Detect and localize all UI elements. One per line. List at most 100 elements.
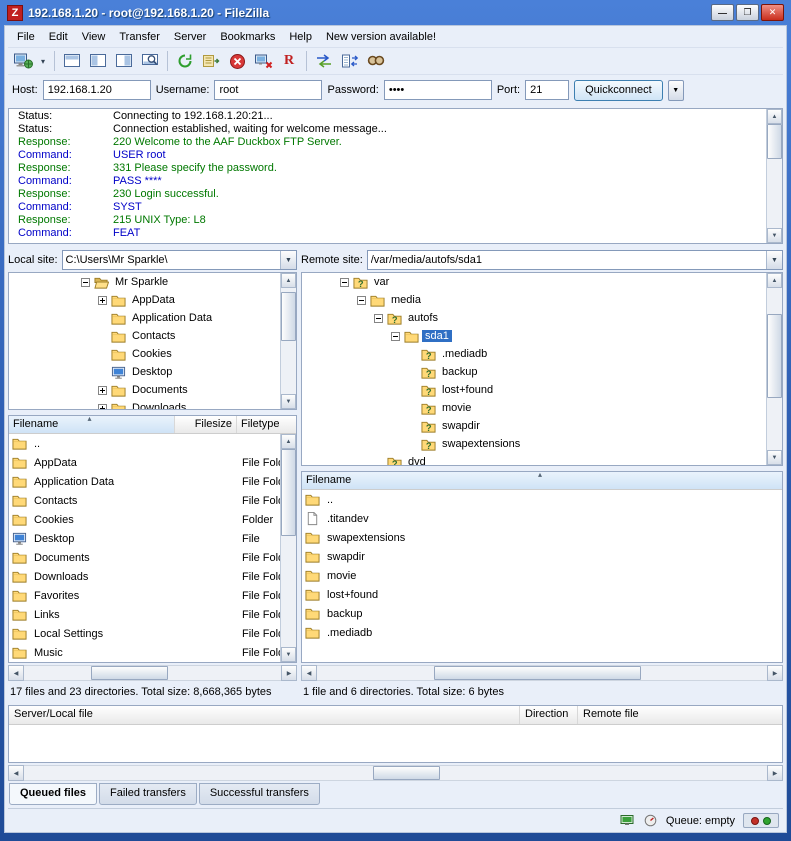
tree-item-backup[interactable]: ?backup [302, 363, 782, 381]
file-row-mediadb[interactable]: .mediadb [302, 623, 782, 642]
tree-item-label[interactable]: swapextensions [439, 438, 523, 450]
site-manager-dropdown-icon[interactable]: ▾ [37, 50, 49, 72]
minimize-button[interactable]: — [711, 4, 734, 21]
column-header-filesize[interactable]: Filesize [175, 416, 237, 433]
tree-item-mediadb[interactable]: ?.mediadb [302, 345, 782, 363]
menu-item-new-version-available[interactable]: New version available! [319, 28, 443, 46]
tree-item-movie[interactable]: ?movie [302, 399, 782, 417]
toggle-message-log-icon[interactable] [60, 50, 84, 72]
tree-item-label[interactable]: Contacts [129, 330, 178, 342]
queue-column-remote-file[interactable]: Remote file [578, 706, 782, 724]
menu-item-file[interactable]: File [10, 28, 42, 46]
scroll-up-icon[interactable]: ▲ [767, 109, 782, 124]
queue-horizontal-scrollbar[interactable]: ◀ ▶ [8, 765, 783, 781]
tab-queued-files[interactable]: Queued files [9, 783, 97, 805]
expand-plus-icon[interactable] [98, 404, 111, 411]
reconnect-icon[interactable]: R [277, 50, 301, 72]
scroll-down-icon[interactable]: ▼ [767, 228, 782, 243]
file-row-contacts[interactable]: ContactsFile Folder [9, 491, 296, 510]
scroll-up-icon[interactable]: ▲ [767, 273, 782, 288]
scroll-thumb[interactable] [91, 666, 168, 680]
scroll-thumb[interactable] [281, 449, 296, 536]
tree-item-mr-sparkle[interactable]: Mr Sparkle [9, 273, 296, 291]
file-row-desktop[interactable]: DesktopFile [9, 529, 296, 548]
scroll-thumb[interactable] [281, 292, 296, 341]
scroll-right-icon[interactable]: ▶ [767, 765, 783, 781]
scroll-thumb[interactable] [767, 314, 782, 398]
tree-item-cookies[interactable]: Cookies [9, 345, 296, 363]
port-input[interactable] [525, 80, 569, 100]
tree-item-var[interactable]: ?var [302, 273, 782, 291]
tree-item-autofs[interactable]: ?autofs [302, 309, 782, 327]
scroll-up-icon[interactable]: ▲ [281, 273, 296, 288]
scroll-right-icon[interactable]: ▶ [767, 665, 783, 681]
file-row-lost-found[interactable]: lost+found [302, 585, 782, 604]
tree-item-contacts[interactable]: Contacts [9, 327, 296, 345]
file-row-cookies[interactable]: CookiesFolder [9, 510, 296, 529]
file-row-titandev[interactable]: .titandev [302, 509, 782, 528]
collapse-minus-icon[interactable] [391, 332, 404, 341]
local-tree-scrollbar[interactable]: ▲ ▼ [280, 273, 296, 409]
tree-item-label[interactable]: Mr Sparkle [112, 276, 171, 288]
file-row-music[interactable]: MusicFile Folder [9, 643, 296, 662]
toggle-local-tree-icon[interactable] [86, 50, 110, 72]
file-row-documents[interactable]: DocumentsFile Folder [9, 548, 296, 567]
scroll-thumb[interactable] [373, 766, 440, 780]
tree-item-lost-found[interactable]: ?lost+found [302, 381, 782, 399]
tree-item-label[interactable]: Downloads [129, 402, 189, 410]
tree-item-desktop[interactable]: Desktop [9, 363, 296, 381]
tree-item-label[interactable]: Desktop [129, 366, 175, 378]
speed-limits-icon[interactable] [643, 814, 658, 827]
tree-item-swapdir[interactable]: ?swapdir [302, 417, 782, 435]
toggle-queue-icon[interactable] [138, 50, 162, 72]
menu-item-bookmarks[interactable]: Bookmarks [213, 28, 282, 46]
expand-plus-icon[interactable] [98, 296, 111, 305]
column-header-filename[interactable]: Filename▴ [9, 416, 175, 433]
file-row-row[interactable]: .. [302, 490, 782, 509]
tab-successful-transfers[interactable]: Successful transfers [199, 783, 320, 805]
tree-item-swapextensions[interactable]: ?swapextensions [302, 435, 782, 453]
collapse-minus-icon[interactable] [81, 278, 94, 287]
chevron-down-icon[interactable]: ▼ [766, 251, 782, 269]
username-input[interactable] [214, 80, 322, 100]
tree-item-sda1[interactable]: sda1 [302, 327, 782, 345]
host-input[interactable] [43, 80, 151, 100]
file-row-downloads[interactable]: DownloadsFile Folder [9, 567, 296, 586]
file-row-backup[interactable]: backup [302, 604, 782, 623]
column-header-filetype[interactable]: Filetype [237, 416, 296, 433]
scroll-down-icon[interactable]: ▼ [281, 394, 296, 409]
tree-item-label[interactable]: .mediadb [439, 348, 490, 360]
menu-item-help[interactable]: Help [282, 28, 319, 46]
tree-item-label[interactable]: sda1 [422, 330, 452, 342]
tree-item-label[interactable]: movie [439, 402, 474, 414]
tab-failed-transfers[interactable]: Failed transfers [99, 783, 197, 805]
close-button[interactable]: ✕ [761, 4, 784, 21]
toggle-remote-tree-icon[interactable] [112, 50, 136, 72]
tree-item-label[interactable]: media [388, 294, 424, 306]
tree-item-dvd[interactable]: ?dvd [302, 453, 782, 466]
scroll-right-icon[interactable]: ▶ [281, 665, 297, 681]
queue-column-server-local-file[interactable]: Server/Local file [9, 706, 520, 724]
quickconnect-button[interactable]: Quickconnect [574, 80, 663, 101]
file-row-favorites[interactable]: FavoritesFile Folder [9, 586, 296, 605]
collapse-minus-icon[interactable] [340, 278, 353, 287]
scroll-down-icon[interactable]: ▼ [767, 450, 782, 465]
menu-item-edit[interactable]: Edit [42, 28, 75, 46]
message-log-scrollbar[interactable]: ▲ ▼ [766, 109, 782, 243]
file-row-movie[interactable]: movie [302, 566, 782, 585]
collapse-minus-icon[interactable] [357, 296, 370, 305]
column-header-filename[interactable]: Filename▴ [302, 472, 782, 489]
directory-comparison-icon[interactable] [312, 50, 336, 72]
process-queue-icon[interactable] [199, 50, 223, 72]
file-row-swapdir[interactable]: swapdir [302, 547, 782, 566]
password-input[interactable] [384, 80, 492, 100]
scroll-left-icon[interactable]: ◀ [8, 665, 24, 681]
file-row-row[interactable]: .. [9, 434, 296, 453]
local-site-combobox[interactable]: C:\Users\Mr Sparkle\ ▼ [62, 250, 297, 270]
quickconnect-dropdown-button[interactable]: ▼ [668, 80, 684, 101]
tree-item-label[interactable]: var [371, 276, 392, 288]
tree-item-label[interactable]: Cookies [129, 348, 175, 360]
refresh-icon[interactable] [173, 50, 197, 72]
tree-item-appdata[interactable]: AppData [9, 291, 296, 309]
scroll-left-icon[interactable]: ◀ [8, 765, 24, 781]
